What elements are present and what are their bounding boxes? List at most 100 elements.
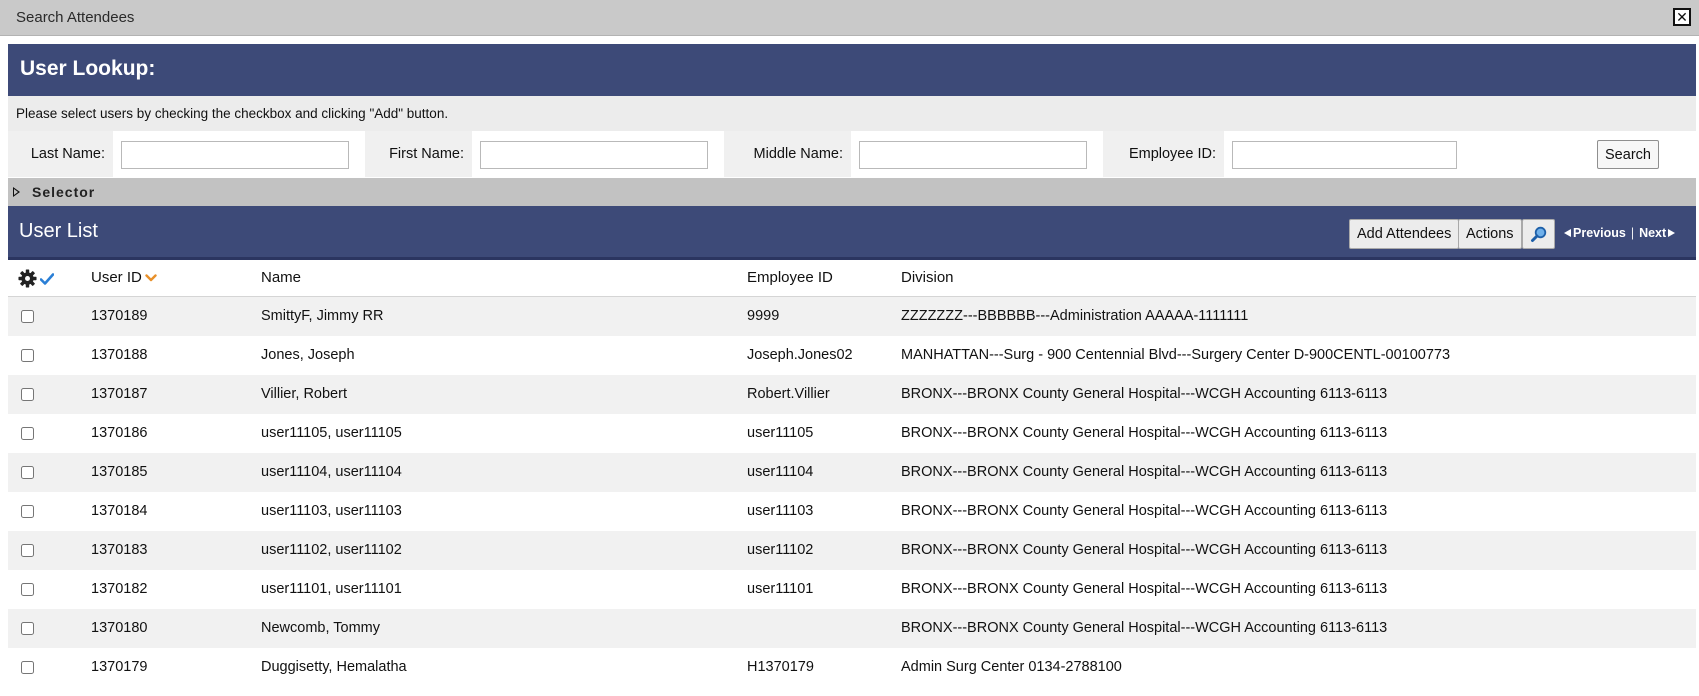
employee-id-label: Employee ID:	[1103, 131, 1224, 177]
table-row: 1370185 user11104, user11104 user11104 B…	[8, 453, 1696, 492]
actions-button[interactable]: Actions	[1458, 219, 1522, 249]
cell-division: BRONX---BRONX County General Hospital---…	[901, 581, 1388, 597]
cell-user-id: 1370186	[91, 425, 148, 441]
table-row: 1370184 user11103, user11103 user11103 B…	[8, 492, 1696, 531]
cell-user-id: 1370185	[91, 464, 148, 480]
cell-employee-id: user11105	[747, 425, 814, 441]
table-row: 1370179 Duggisetty, Hemalatha H1370179 A…	[8, 648, 1696, 687]
cell-employee-id: user11103	[747, 503, 814, 519]
row-checkbox[interactable]	[21, 349, 34, 362]
cell-user-id: 1370182	[91, 581, 148, 597]
cell-name: user11104, user11104	[261, 464, 402, 480]
cell-division: BRONX---BRONX County General Hospital---…	[901, 425, 1388, 441]
cell-user-id: 1370184	[91, 503, 148, 519]
user-table: User ID Name Employee ID Division 137018…	[8, 260, 1696, 687]
cell-user-id: 1370183	[91, 542, 148, 558]
dialog-title-bar: Search Attendees ✕	[0, 0, 1699, 36]
cell-division: MANHATTAN---Surg - 900 Centennial Blvd--…	[901, 347, 1451, 363]
table-row: 1370189 SmittyF, Jimmy RR 9999 ZZZZZZZ--…	[8, 297, 1696, 336]
gear-icon[interactable]	[18, 269, 37, 288]
close-icon[interactable]: ✕	[1673, 8, 1691, 26]
instructions-bar: Please select users by checking the chec…	[8, 96, 1696, 131]
cell-name: Duggisetty, Hemalatha	[261, 659, 407, 675]
checkmark-icon[interactable]	[40, 273, 54, 285]
table-header-row: User ID Name Employee ID Division	[8, 260, 1696, 297]
row-checkbox[interactable]	[21, 505, 34, 518]
magnifier-icon	[1530, 226, 1546, 242]
cell-division: BRONX---BRONX County General Hospital---…	[901, 620, 1388, 636]
user-list-title: User List	[19, 220, 98, 242]
cell-name: SmittyF, Jimmy RR	[261, 308, 384, 324]
triangle-right-icon	[1668, 229, 1676, 237]
table-row: 1370188 Jones, Joseph Joseph.Jones02 MAN…	[8, 336, 1696, 375]
dialog-title: Search Attendees	[16, 9, 135, 26]
first-name-input[interactable]	[480, 141, 708, 169]
cell-name: Newcomb, Tommy	[261, 620, 380, 636]
table-row: 1370180 Newcomb, Tommy BRONX---BRONX Cou…	[8, 609, 1696, 648]
row-checkbox[interactable]	[21, 583, 34, 596]
cell-name: Jones, Joseph	[261, 347, 355, 363]
search-button[interactable]: Search	[1597, 140, 1659, 169]
next-link[interactable]: Next	[1639, 226, 1676, 240]
add-attendees-button[interactable]: Add Attendees	[1349, 219, 1460, 249]
cell-division: BRONX---BRONX County General Hospital---…	[901, 386, 1388, 402]
column-header-division[interactable]: Division	[901, 269, 954, 286]
cell-employee-id: 9999	[747, 308, 780, 324]
table-row: 1370183 user11102, user11102 user11102 B…	[8, 531, 1696, 570]
column-header-employee-id[interactable]: Employee ID	[747, 269, 833, 286]
row-checkbox[interactable]	[21, 427, 34, 440]
cell-user-id: 1370187	[91, 386, 148, 402]
cell-employee-id: Robert.Villier	[747, 386, 830, 402]
cell-employee-id: user11101	[747, 581, 814, 597]
row-checkbox[interactable]	[21, 466, 34, 479]
selector-toggle[interactable]: Selector	[8, 178, 1696, 206]
triangle-right-icon	[13, 187, 20, 197]
instructions-text: Please select users by checking the chec…	[16, 106, 449, 121]
row-checkbox[interactable]	[21, 622, 34, 635]
cell-division: BRONX---BRONX County General Hospital---…	[901, 464, 1388, 480]
cell-name: Villier, Robert	[261, 386, 347, 402]
cell-user-id: 1370179	[91, 659, 148, 675]
row-checkbox[interactable]	[21, 310, 34, 323]
middle-name-input[interactable]	[859, 141, 1087, 169]
cell-name: user11105, user11105	[261, 425, 402, 441]
cell-employee-id: user11104	[747, 464, 814, 480]
chevron-down-icon	[145, 274, 157, 282]
table-row: 1370182 user11101, user11101 user11101 B…	[8, 570, 1696, 609]
last-name-label: Last Name:	[8, 131, 113, 177]
row-checkbox[interactable]	[21, 544, 34, 557]
cell-employee-id: Joseph.Jones02	[747, 347, 853, 363]
cell-name: user11103, user11103	[261, 503, 402, 519]
search-form: Last Name: First Name: Middle Name: Empl…	[8, 131, 1696, 177]
pager: Previous | Next	[1564, 226, 1676, 240]
triangle-left-icon	[1564, 229, 1571, 237]
user-list-header: User List Add Attendees Actions Previous…	[8, 206, 1696, 260]
cell-employee-id: H1370179	[747, 659, 814, 675]
cell-division: BRONX---BRONX County General Hospital---…	[901, 503, 1388, 519]
cell-user-id: 1370188	[91, 347, 148, 363]
user-lookup-header: User Lookup:	[8, 44, 1696, 96]
cell-division: Admin Surg Center 0134-2788100	[901, 659, 1122, 675]
cell-division: ZZZZZZZ---BBBBBB---Administration AAAAA-…	[901, 308, 1249, 324]
row-checkbox[interactable]	[21, 388, 34, 401]
row-checkbox[interactable]	[21, 661, 34, 674]
cell-name: user11102, user11102	[261, 542, 402, 558]
column-header-user-id[interactable]: User ID	[91, 269, 157, 286]
cell-user-id: 1370180	[91, 620, 148, 636]
user-lookup-title: User Lookup:	[20, 57, 156, 80]
first-name-label: First Name:	[365, 131, 472, 177]
cell-name: user11101, user11101	[261, 581, 402, 597]
cell-division: BRONX---BRONX County General Hospital---…	[901, 542, 1388, 558]
employee-id-input[interactable]	[1232, 141, 1457, 169]
table-row: 1370186 user11105, user11105 user11105 B…	[8, 414, 1696, 453]
last-name-input[interactable]	[121, 141, 349, 169]
column-header-name[interactable]: Name	[261, 269, 301, 286]
user-lookup-panel: User Lookup: Please select users by chec…	[8, 44, 1696, 696]
middle-name-label: Middle Name:	[724, 131, 851, 177]
table-row: 1370187 Villier, Robert Robert.Villier B…	[8, 375, 1696, 414]
previous-link[interactable]: Previous	[1564, 226, 1626, 240]
cell-user-id: 1370189	[91, 308, 148, 324]
selector-label: Selector	[32, 184, 96, 200]
pager-separator: |	[1630, 226, 1635, 240]
magnifier-button[interactable]	[1522, 219, 1555, 249]
